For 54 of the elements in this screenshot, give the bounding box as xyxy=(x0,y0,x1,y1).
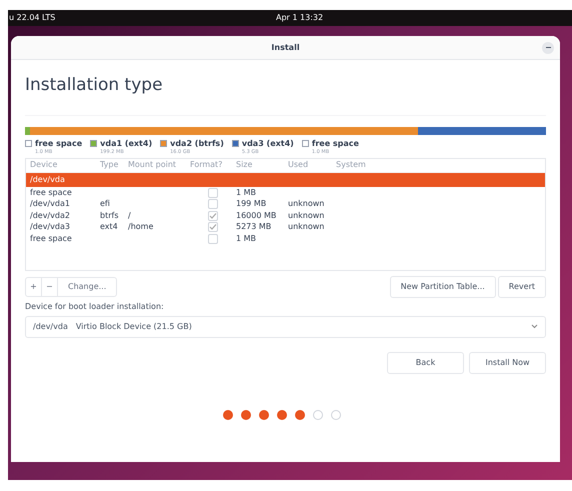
column-header[interactable]: Size xyxy=(236,159,288,171)
legend-label: vda1 (ext4) xyxy=(100,138,152,148)
table-cell-text: / xyxy=(128,210,132,222)
format-checkbox[interactable] xyxy=(208,199,218,209)
table-cell-text: unknown xyxy=(288,221,326,233)
table-cell-text: unknown xyxy=(288,198,326,210)
legend-label: vda2 (btrfs) xyxy=(170,138,224,148)
column-header[interactable]: Used xyxy=(288,159,336,171)
back-button[interactable]: Back xyxy=(387,352,464,374)
column-header[interactable]: System xyxy=(336,159,541,171)
table-cell-text: 1 MB xyxy=(236,232,258,244)
table-cell-text: /home xyxy=(128,221,154,233)
legend-label: vda3 (ext4) xyxy=(242,138,294,148)
add-button[interactable]: + xyxy=(26,278,42,296)
table-cell-text: efi xyxy=(100,198,111,210)
install-now-button[interactable]: Install Now xyxy=(469,352,546,374)
format-checkbox[interactable] xyxy=(208,234,218,244)
column-header[interactable]: Mount point xyxy=(128,159,190,171)
column-header[interactable]: Device xyxy=(30,159,100,171)
table-cell-text: 199 MB xyxy=(236,198,268,210)
minimize-button[interactable] xyxy=(542,42,554,54)
chevron-down-icon xyxy=(531,324,538,329)
table-cell-text: 5273 MB xyxy=(236,221,272,233)
table-cell-text: 1 MB xyxy=(236,186,258,198)
legend-label: free space xyxy=(312,138,359,148)
table-cell-text: /dev/vda2 xyxy=(30,210,71,222)
column-header[interactable]: Format? xyxy=(190,159,236,171)
boot-device-dropdown[interactable]: /dev/vda Virtio Block Device (21.5 GB) xyxy=(25,316,546,338)
format-checkbox[interactable] xyxy=(208,188,218,198)
table-cell-text: ext4 xyxy=(100,221,119,233)
table-cell-text: free space xyxy=(30,186,73,198)
table-cell-text: /dev/vda1 xyxy=(30,198,71,210)
legend-label: free space xyxy=(35,138,82,148)
column-header[interactable]: Type xyxy=(100,159,128,171)
format-checkbox[interactable] xyxy=(208,222,218,232)
table-cell: /dev/vda xyxy=(30,174,65,186)
boot-device-description: Virtio Block Device (21.5 GB) xyxy=(76,320,193,332)
revert-button[interactable]: Revert xyxy=(498,276,546,298)
window-title: Install xyxy=(271,42,300,54)
table-cell-text: /dev/vda3 xyxy=(30,221,71,233)
remove-button[interactable]: − xyxy=(42,278,58,296)
page-heading: Installation type xyxy=(25,60,546,116)
os-version: u 22.04 LTS xyxy=(8,12,56,24)
table-cell-text: unknown xyxy=(288,210,326,222)
new-partition-table-button[interactable]: New Partition Table... xyxy=(390,276,496,298)
change-button[interactable]: Change... xyxy=(58,278,116,296)
table-cell-text: 16000 MB xyxy=(236,210,278,222)
table-cell-text: btrfs xyxy=(100,210,120,222)
table-cell-text: free space xyxy=(30,232,73,244)
clock[interactable]: Apr 1 13:32 xyxy=(276,12,324,24)
disk-row[interactable]: /dev/vda xyxy=(26,172,545,186)
format-checkbox[interactable] xyxy=(208,210,218,220)
boot-loader-label: Device for boot loader installation: xyxy=(25,300,165,312)
boot-device-path: /dev/vda xyxy=(33,320,68,332)
